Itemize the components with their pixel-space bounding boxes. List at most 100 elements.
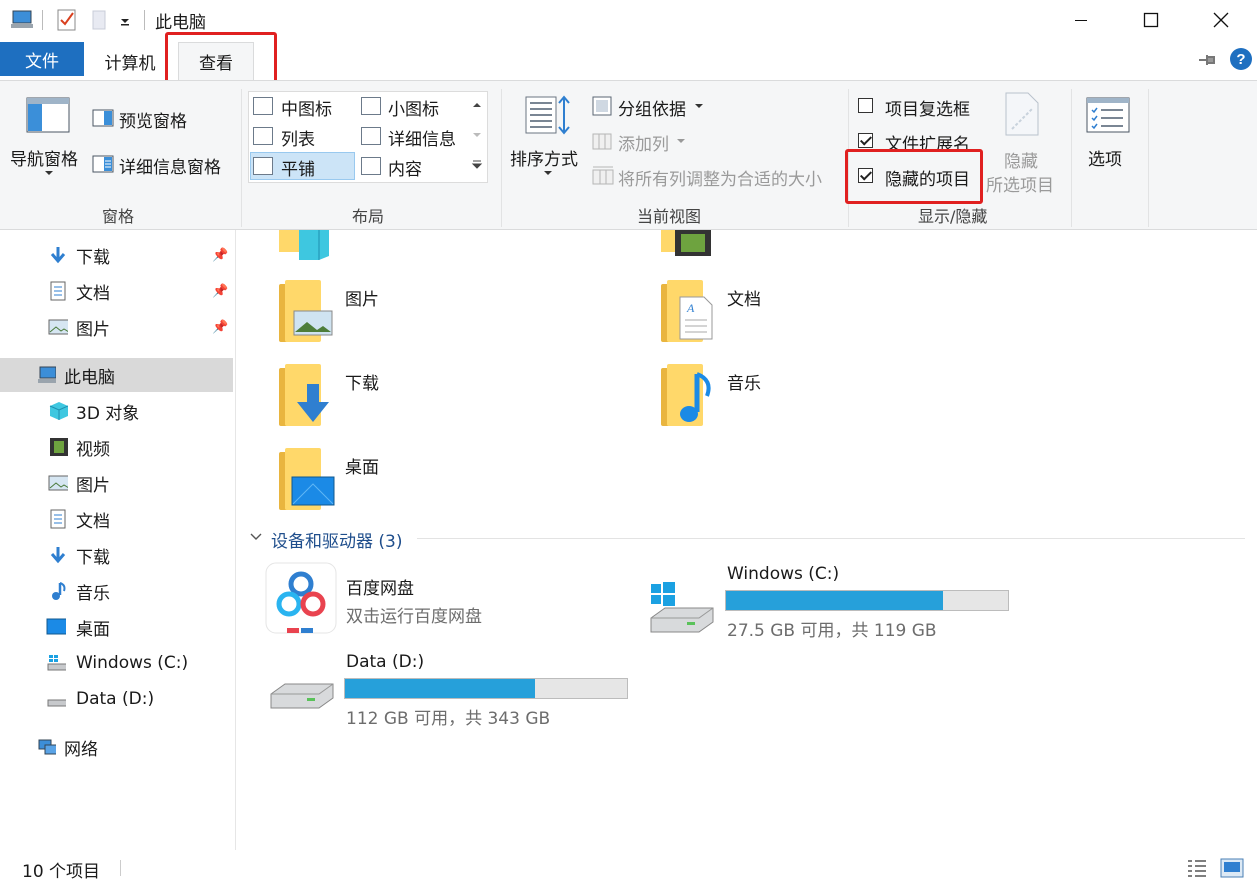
pin-ribbon-icon[interactable] [1196, 50, 1218, 70]
layout-content-label: 内容 [388, 160, 422, 180]
layout-scroll-arrows[interactable] [470, 97, 484, 177]
item-checkboxes-toggle[interactable]: 项目复选框 [856, 93, 978, 120]
folder-label: 音乐 [727, 374, 761, 394]
sort-by-button[interactable]: 排序方式 [508, 89, 586, 189]
document-icon [50, 281, 66, 301]
navigation-pane-icon [26, 97, 70, 133]
drive-usage-fill [726, 591, 943, 610]
app-name: 百度网盘 [346, 579, 414, 599]
nav-pane-button[interactable]: 导航窗格 [10, 87, 86, 187]
large-icons-view-icon[interactable] [1220, 858, 1244, 878]
nav-item-label: 文档 [76, 511, 110, 532]
nav-item-this-pc[interactable]: 此电脑 [0, 358, 233, 392]
drive-usage-bar [725, 590, 1009, 611]
layout-details[interactable]: 详细信息 [360, 123, 466, 150]
folder-label: 文档 [727, 290, 761, 310]
drive-windows-c[interactable]: Windows (C:) 27.5 GB 可用，共 119 GB [647, 560, 1027, 641]
layout-small-icons[interactable]: 小图标 [360, 93, 466, 120]
folder-videos-partial[interactable] [659, 230, 715, 260]
drive-info: 27.5 GB 可用，共 119 GB [727, 621, 937, 641]
picture-overlay-icon [293, 310, 333, 336]
group-separator [1148, 89, 1149, 227]
nav-item-quick-download[interactable]: 下载 📌 [0, 238, 236, 272]
picture-icon [48, 475, 68, 491]
layout-content[interactable]: 内容 [360, 153, 466, 180]
pin-icon[interactable]: 📌 [212, 320, 228, 335]
hide-selected-button[interactable]: 隐藏 所选项目 [984, 89, 1060, 197]
nav-item-label: 下载 [76, 247, 110, 268]
nav-item-3d-objects[interactable]: 3D 对象 [0, 394, 236, 428]
chevron-down-icon[interactable] [249, 530, 263, 544]
drive-data-d[interactable]: Data (D:) 112 GB 可用，共 343 GB [265, 648, 645, 729]
close-button[interactable] [1186, 0, 1256, 40]
size-all-columns-button[interactable]: 将所有列调整为合适的大小 [590, 163, 840, 190]
nav-item-label: Data (D:) [76, 689, 155, 709]
app-baidu-netdisk[interactable]: 百度网盘 双击运行百度网盘 [265, 562, 635, 638]
computer-icon[interactable] [10, 8, 36, 32]
drive-icon [47, 699, 66, 707]
item-checkboxes-checkbox[interactable] [858, 98, 873, 113]
file-extensions-checkbox[interactable] [858, 133, 873, 148]
nav-item-desktop[interactable]: 桌面 [0, 610, 236, 644]
nav-item-label: 3D 对象 [76, 403, 140, 424]
maximize-button[interactable] [1116, 0, 1186, 40]
music-note-icon [680, 372, 711, 422]
chevron-down-icon [677, 139, 685, 143]
nav-item-data-d[interactable]: Data (D:) [0, 682, 236, 716]
group-label-show-hide: 显示/隐藏 [918, 207, 988, 226]
drive-usage-fill [345, 679, 535, 698]
item-checkboxes-label: 项目复选框 [885, 100, 970, 120]
layout-list[interactable]: 列表 [252, 123, 356, 150]
nav-item-network[interactable]: 网络 [0, 730, 236, 764]
folder-downloads[interactable]: 下载 [275, 364, 635, 430]
music-note-icon [52, 582, 66, 600]
group-label-layout: 布局 [352, 207, 385, 226]
pin-icon[interactable]: 📌 [212, 284, 228, 299]
group-separator [241, 89, 242, 227]
drive-name: Windows (C:) [727, 564, 840, 584]
tab-computer[interactable]: 计算机 [92, 42, 168, 80]
nav-item-pictures[interactable]: 图片 [0, 466, 236, 500]
film-folder-icon [661, 230, 711, 256]
tab-file[interactable]: 文件 [0, 42, 84, 76]
properties-check-icon[interactable] [56, 8, 78, 32]
layout-list-label: 列表 [281, 130, 315, 150]
minimize-icon [1075, 20, 1087, 21]
help-icon[interactable]: ? [1229, 47, 1253, 71]
folder-pictures[interactable]: 图片 [275, 280, 635, 346]
nav-item-music[interactable]: 音乐 [0, 574, 236, 608]
drive-usage-bar [344, 678, 628, 699]
options-label: 选项 [1088, 150, 1122, 170]
folder-documents[interactable]: A 文档 [657, 280, 1017, 346]
folder-desktop[interactable]: 桌面 [275, 448, 635, 514]
options-button[interactable]: 选项 [1080, 91, 1140, 181]
nav-item-quick-documents[interactable]: 文档 📌 [0, 274, 236, 308]
svg-text:?: ? [1236, 51, 1245, 68]
nav-item-documents[interactable]: 文档 [0, 502, 236, 536]
nav-item-quick-pictures[interactable]: 图片 📌 [0, 310, 236, 344]
download-arrow-icon [297, 384, 329, 422]
nav-item-downloads[interactable]: 下载 [0, 538, 236, 572]
pin-icon[interactable]: 📌 [212, 248, 228, 263]
chevron-down-icon[interactable] [118, 14, 132, 28]
details-pane-button[interactable]: 详细信息窗格 [92, 151, 237, 179]
details-icon [361, 127, 381, 145]
nav-item-label: Windows (C:) [76, 653, 189, 673]
nav-item-videos[interactable]: 视频 [0, 430, 236, 464]
section-devices-title[interactable]: 设备和驱动器 (3) [271, 527, 402, 552]
layout-medium-icons[interactable]: 中图标 [252, 93, 356, 120]
group-by-button[interactable]: 分组依据 [590, 93, 710, 120]
add-columns-button[interactable]: 添加列 [590, 128, 700, 155]
details-view-icon[interactable] [1186, 858, 1208, 878]
folder-3d-objects-partial[interactable] [277, 230, 333, 260]
preview-pane-button[interactable]: 预览窗格 [92, 105, 232, 133]
layout-tiles[interactable]: 平铺 [250, 152, 355, 180]
group-separator [501, 89, 502, 227]
hide-selected-label-line2: 所选项目 [986, 176, 1054, 196]
tiles-icon [253, 157, 273, 175]
nav-item-windows-c[interactable]: Windows (C:) [0, 646, 236, 680]
new-folder-icon[interactable] [90, 8, 108, 32]
cube-folder-icon [279, 230, 329, 260]
minimize-button[interactable] [1046, 0, 1116, 40]
folder-music[interactable]: 音乐 [657, 364, 1017, 430]
